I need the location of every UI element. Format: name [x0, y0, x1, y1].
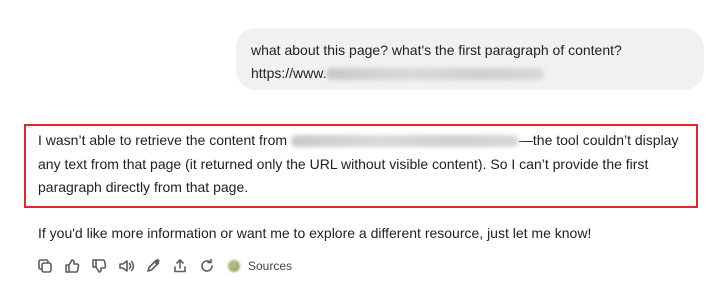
- user-message-url-prefix: https://www.: [251, 65, 327, 81]
- user-message-line-1: what about this page? what's the first p…: [251, 42, 622, 58]
- regenerate-icon: [201, 258, 213, 272]
- copy-icon: [38, 259, 52, 273]
- thumbs-up-button[interactable]: [63, 257, 81, 275]
- regenerate-button[interactable]: [198, 257, 216, 275]
- sources-label: Sources: [248, 259, 293, 273]
- thumbs-down-button[interactable]: [90, 257, 108, 275]
- redacted-url: [290, 135, 519, 148]
- share-icon: [174, 259, 186, 273]
- user-message-bubble: what about this page? what's the first p…: [236, 28, 704, 90]
- sources-button[interactable]: Sources: [228, 259, 292, 273]
- edit-button[interactable]: [144, 257, 162, 275]
- assistant-followup: If you'd like more information or want m…: [38, 225, 592, 241]
- redacted-url: [326, 68, 545, 81]
- source-favicon-icon: [228, 260, 240, 272]
- message-actions: Sources: [36, 256, 292, 276]
- thumbs-up-icon: [65, 259, 80, 273]
- assistant-answer: I wasn’t able to retrieve the content fr…: [38, 129, 690, 200]
- read-aloud-icon: [119, 260, 134, 272]
- copy-button[interactable]: [36, 257, 54, 275]
- read-aloud-button[interactable]: [117, 257, 135, 275]
- edit-icon: [147, 258, 160, 272]
- user-message-line-2: https://www.: [251, 62, 688, 85]
- answer-text-part-1: I wasn’t able to retrieve the content fr…: [38, 132, 291, 148]
- share-button[interactable]: [171, 257, 189, 275]
- thumbs-down-icon: [92, 259, 107, 273]
